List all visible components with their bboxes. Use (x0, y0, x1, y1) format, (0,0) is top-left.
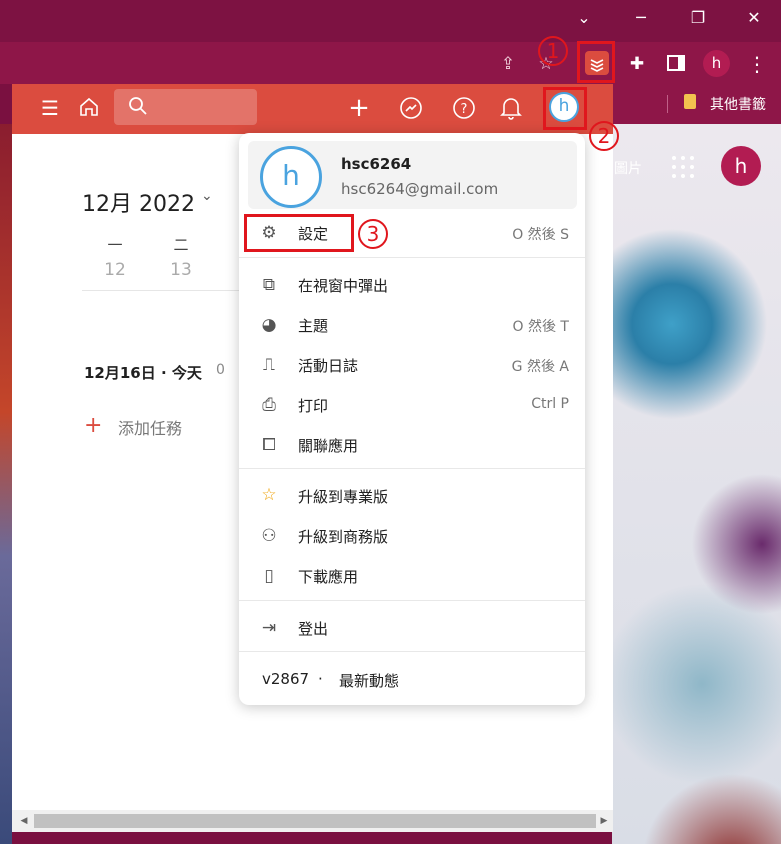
share-icon[interactable]: ⇪ (496, 52, 520, 76)
logout-icon: ⇥ (261, 618, 277, 638)
users-icon: ⚇ (261, 526, 277, 546)
annotation-number-3: 3 (358, 219, 388, 249)
tab-search-chevron-icon[interactable]: ⌄ (569, 6, 599, 30)
minimize-button[interactable]: ─ (626, 6, 656, 30)
puzzle-icon: ⧠ (262, 435, 276, 455)
menu-divider (239, 651, 585, 652)
calendar-day[interactable]: 13 (161, 260, 201, 280)
side-panel-icon[interactable] (667, 55, 685, 71)
restore-button[interactable]: ❐ (683, 6, 713, 30)
weekday-label: 一 (107, 236, 123, 254)
profile-username: hsc6264 (341, 155, 412, 173)
calendar-day[interactable]: 12 (95, 260, 135, 280)
menu-item-shortcut: O 然後 S (512, 227, 569, 243)
annotation-box-settings (244, 214, 354, 252)
star-icon: ☆ (261, 485, 277, 505)
browser-profile-avatar[interactable]: h (703, 50, 730, 77)
close-button[interactable]: ✕ (739, 6, 769, 30)
bookmark-folder-other[interactable]: 其他書籤 (710, 94, 766, 114)
folder-icon[interactable] (684, 94, 696, 109)
svg-text:?: ? (461, 102, 468, 117)
scrollbar-thumb[interactable] (34, 814, 596, 828)
add-task-icon[interactable]: + (84, 413, 102, 439)
browser-menu-icon[interactable]: ⋮ (745, 52, 769, 76)
bookmark-separator (667, 95, 668, 113)
menu-item-label: 活動日誌 (298, 357, 359, 375)
add-task-button[interactable]: 添加任務 (118, 415, 182, 439)
menu-item-label: 下載應用 (298, 568, 359, 586)
menu-divider (239, 468, 585, 469)
annotation-number-1: 1 (538, 36, 568, 66)
menu-item-shortcut: O 然後 T (512, 319, 569, 335)
palette-icon: ◕ (261, 315, 277, 335)
profile-avatar: h (260, 146, 322, 208)
extensions-puzzle-icon[interactable]: ✚ (625, 52, 649, 76)
annotation-number-2: 2 (589, 121, 619, 151)
browser-title-bar (0, 0, 781, 42)
printer-icon: ⎙ (262, 395, 276, 415)
phone-icon: ▯ (264, 566, 274, 586)
today-section-heading: 12月16日 · 今天 (84, 364, 202, 382)
menu-item-shortcut: Ctrl P (531, 396, 569, 412)
annotation-box-extension (577, 41, 615, 83)
menu-item-label: 升級到商務版 (298, 528, 389, 546)
menu-item-label: 升級到專業版 (298, 488, 389, 506)
weekday-label: 二 (173, 236, 189, 254)
popout-icon: ⧉ (262, 275, 276, 295)
activity-icon: ⎍ (263, 355, 275, 375)
notifications-bell-icon[interactable] (499, 95, 523, 121)
menu-item-label: 在視窗中彈出 (298, 277, 389, 295)
images-link[interactable]: 圖片 (614, 158, 642, 178)
menu-item-label: 打印 (298, 397, 329, 415)
app-version: v2867 (262, 670, 310, 688)
profile-email: hsc6264@gmail.com (341, 180, 499, 198)
home-icon[interactable] (77, 95, 101, 119)
calendar-divider (82, 290, 242, 291)
browser-toolbar (0, 42, 781, 84)
background-left-strip (0, 124, 12, 844)
annotation-box-avatar (543, 87, 587, 130)
menu-item-shortcut: G 然後 A (511, 359, 569, 375)
help-icon[interactable]: ? (452, 96, 476, 120)
menu-divider (239, 257, 585, 258)
background-wallpaper (612, 124, 781, 844)
whats-new-link[interactable]: 最新動態 (339, 670, 399, 691)
menu-item-label: 登出 (298, 620, 329, 638)
menu-hamburger-icon[interactable]: ☰ (36, 94, 64, 122)
menu-item-label: 關聯應用 (298, 437, 359, 455)
today-task-count: 0 (216, 362, 225, 378)
menu-divider (239, 600, 585, 601)
apps-grid-icon[interactable] (672, 156, 694, 178)
version-separator: · (318, 670, 323, 688)
chevron-down-icon[interactable]: ⌄ (201, 188, 213, 204)
scroll-left-arrow-icon[interactable]: ◀ (16, 810, 32, 832)
add-task-plus-icon[interactable]: + (345, 94, 373, 122)
search-icon (128, 96, 148, 116)
month-label[interactable]: 12月 2022 (82, 186, 195, 218)
page-profile-avatar[interactable]: h (721, 146, 761, 186)
productivity-icon[interactable] (399, 96, 423, 120)
menu-item-label: 主題 (298, 317, 329, 335)
scroll-right-arrow-icon[interactable]: ▶ (596, 810, 612, 832)
